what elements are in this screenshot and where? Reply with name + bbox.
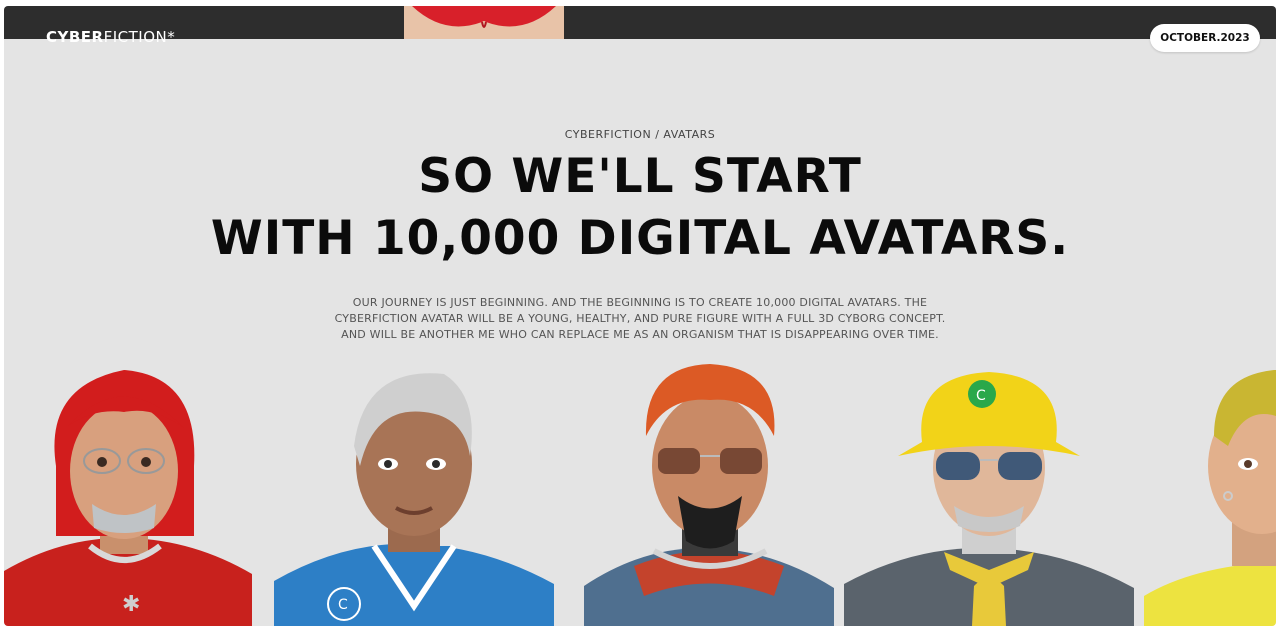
avatar-orange-hair <box>574 356 844 626</box>
headline-line-1: SO WE'LL START <box>418 149 862 204</box>
page-frame: CYBERFICTION* OCTOBER.2023 CYBERFICTION … <box>4 6 1276 626</box>
avatar-blonde-partial <box>1144 356 1276 626</box>
paragraph-line-2: CYBERFICTION AVATAR WILL BE A YOUNG, HEA… <box>334 312 946 325</box>
avatar-silver-hair: C <box>274 356 554 626</box>
svg-text:C: C <box>976 388 986 404</box>
intro-paragraph: OUR JOURNEY IS JUST BEGINNING. AND THE B… <box>304 295 976 343</box>
svg-text:✱: ✱ <box>122 592 140 617</box>
logo-light-text: FICTION* <box>103 28 176 46</box>
brand-logo[interactable]: CYBERFICTION* <box>46 28 175 46</box>
avatar-red-hair: ✱ <box>4 356 254 626</box>
breadcrumb: CYBERFICTION / AVATARS <box>564 128 716 141</box>
svg-text:C: C <box>338 597 348 613</box>
avatar-gallery: ✱ C C <box>4 356 1276 626</box>
headline-line-2: WITH 10,000 DIGITAL AVATARS. <box>210 211 1070 266</box>
date-badge[interactable]: OCTOBER.2023 <box>1150 24 1260 52</box>
page-title: SO WE'LL START WITH 10,000 DIGITAL AVATA… <box>4 146 1276 270</box>
avatar-yellow-hat: C <box>844 356 1134 626</box>
paragraph-line-3: AND WILL BE ANOTHER ME WHO CAN REPLACE M… <box>341 328 939 341</box>
hero-figure-image <box>404 6 564 39</box>
logo-bold-text: CYBER <box>46 28 104 46</box>
top-bar <box>4 6 1276 39</box>
paragraph-line-1: OUR JOURNEY IS JUST BEGINNING. AND THE B… <box>352 296 928 309</box>
